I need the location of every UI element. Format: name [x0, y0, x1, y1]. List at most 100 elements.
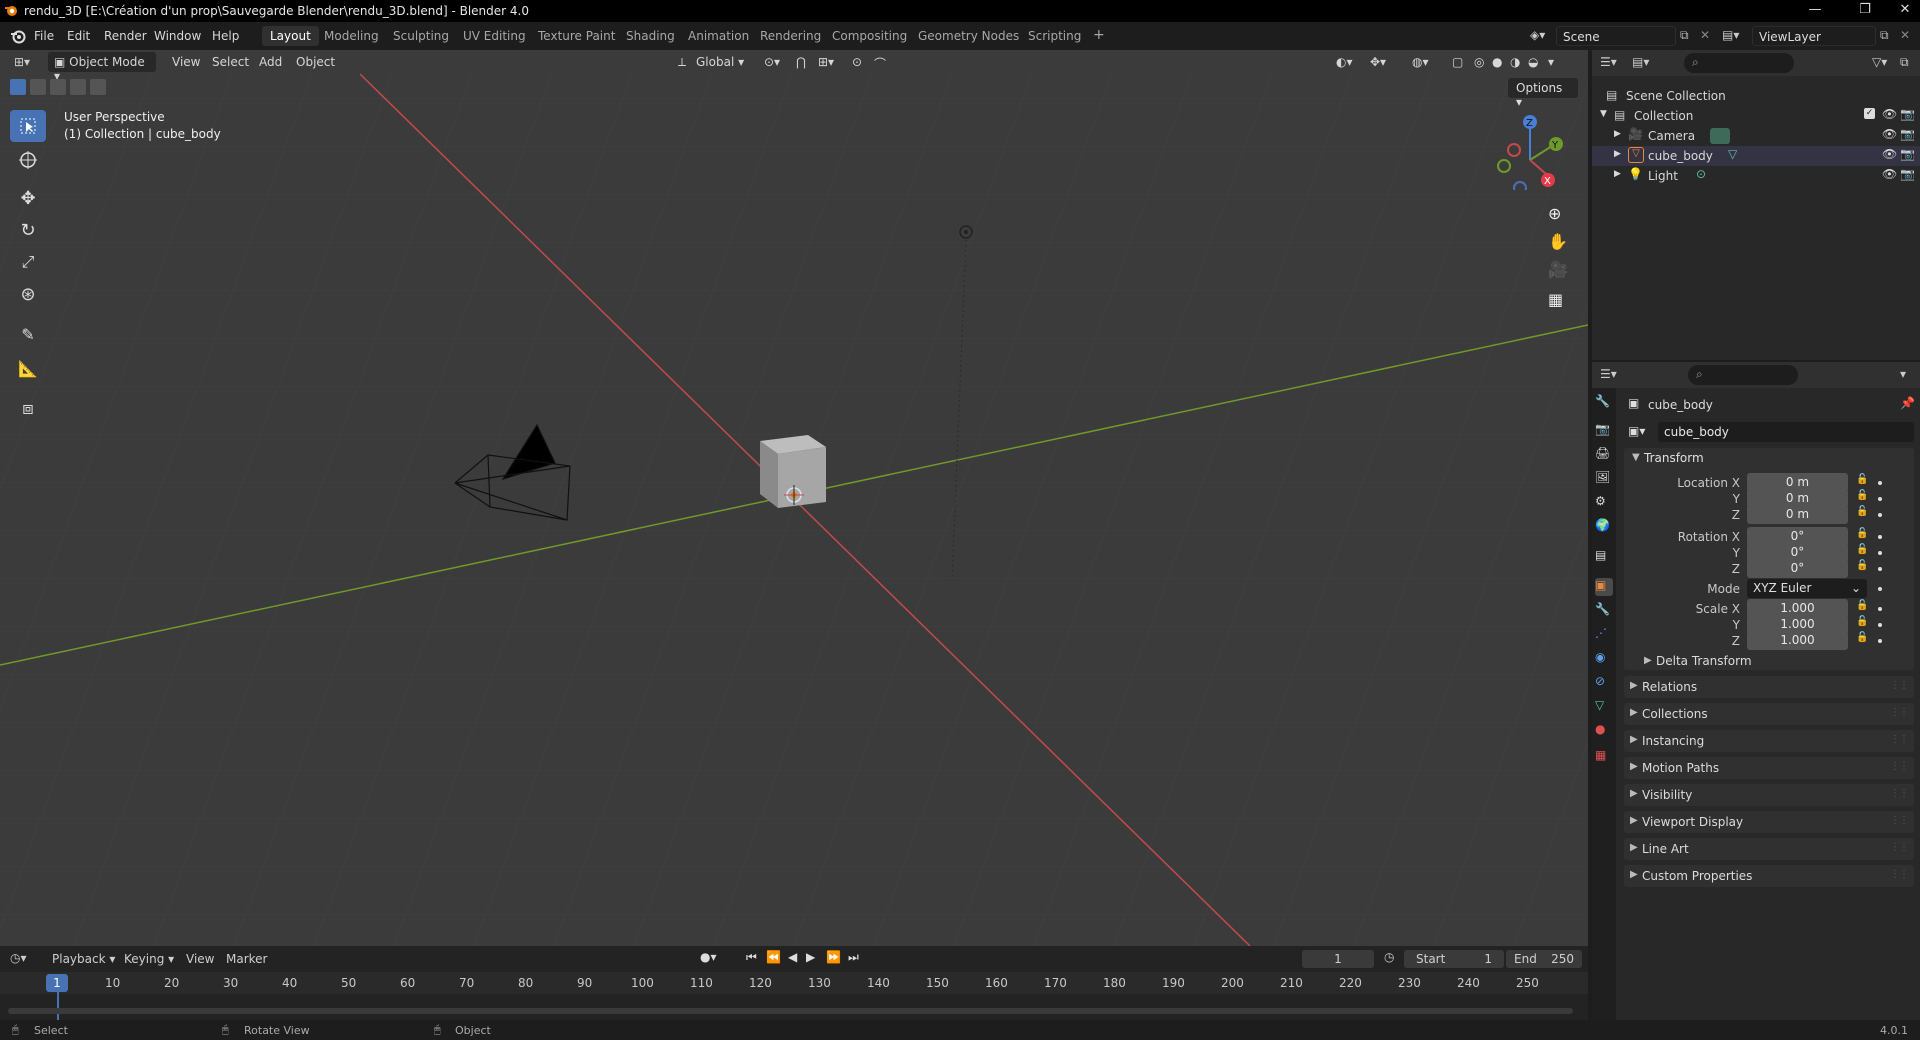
annotate-tool[interactable]: ✎: [10, 318, 46, 350]
mode-selector[interactable]: ▣ Object Mode ▾: [48, 52, 156, 83]
menu-render[interactable]: Render: [104, 29, 147, 43]
lock-location-x-icon[interactable]: 🔓: [1856, 474, 1868, 485]
outliner-item-camera[interactable]: ▶ 🎥 Camera 👁 📷: [1592, 126, 1920, 146]
lock-rotation-x-icon[interactable]: 🔓: [1856, 528, 1868, 539]
select-invert-icon[interactable]: [70, 79, 86, 95]
visibility-icon[interactable]: ◐▾: [1330, 52, 1359, 72]
expand-cube-icon[interactable]: ▶: [1614, 149, 1621, 159]
select-subtract-icon[interactable]: [50, 79, 66, 95]
lock-location-y-icon[interactable]: 🔓: [1856, 490, 1868, 501]
playhead-frame[interactable]: 1: [46, 974, 68, 992]
expand-light-icon[interactable]: ▶: [1614, 169, 1621, 179]
tab-uv-editing[interactable]: UV Editing: [455, 26, 534, 46]
menu-file[interactable]: File: [34, 29, 54, 43]
panel-line-art[interactable]: ▶ Line Art ⋮⋮: [1624, 838, 1914, 860]
properties-editor-icon[interactable]: ☰▾: [1600, 367, 1617, 381]
mesh-data-icon[interactable]: ▽: [1728, 147, 1737, 161]
tab-rendering[interactable]: Rendering: [752, 26, 829, 46]
jump-end-icon[interactable]: ⏭: [848, 950, 859, 965]
menu-add[interactable]: Add: [253, 52, 288, 72]
physics-tab-icon[interactable]: ◉: [1595, 650, 1613, 668]
scene-field[interactable]: Scene: [1556, 26, 1676, 46]
keyframe-dot[interactable]: [1878, 587, 1882, 591]
camera-data-icon[interactable]: [1710, 128, 1730, 144]
gizmo-toggle-icon[interactable]: ✥▾: [1364, 52, 1392, 72]
panel-visibility[interactable]: ▶ Visibility ⋮⋮: [1624, 784, 1914, 806]
move-tool[interactable]: ✥: [10, 182, 46, 214]
scale-z-field[interactable]: 1.000: [1747, 631, 1848, 650]
select-extend-icon[interactable]: [30, 79, 46, 95]
outliner-editor-icon[interactable]: ☰▾: [1600, 55, 1617, 69]
object-name-field[interactable]: cube_body: [1658, 422, 1914, 442]
navigation-gizmo[interactable]: Z Y X: [1490, 110, 1570, 190]
add-workspace-icon[interactable]: +: [1085, 24, 1113, 44]
falloff-icon[interactable]: ⌒: [868, 52, 892, 72]
datablock-icon[interactable]: ▣▾: [1628, 424, 1645, 438]
delta-transform-collapse-icon[interactable]: ▶: [1644, 655, 1652, 666]
keyframe-dot[interactable]: [1878, 607, 1882, 611]
lock-scale-z-icon[interactable]: 🔓: [1856, 632, 1868, 643]
keyframe-dot[interactable]: [1878, 497, 1882, 501]
panel-motion-paths[interactable]: ▶ Motion Paths ⋮⋮: [1624, 757, 1914, 779]
lock-scale-x-icon[interactable]: 🔓: [1856, 600, 1868, 611]
panel-relations[interactable]: ▶ Relations ⋮⋮: [1624, 676, 1914, 698]
data-tab-icon[interactable]: ▽: [1595, 698, 1613, 716]
menu-view[interactable]: View: [166, 52, 206, 72]
properties-options-icon[interactable]: ▾: [1900, 367, 1906, 381]
filter-icon[interactable]: ▽▾: [1872, 55, 1887, 69]
cube-render-icon[interactable]: 📷: [1900, 147, 1915, 161]
world-tab-icon[interactable]: 🌍: [1595, 518, 1613, 536]
menu-object[interactable]: Object: [290, 52, 341, 72]
keyframe-dot[interactable]: [1878, 535, 1882, 539]
snap-target-icon[interactable]: ⊞▾: [812, 52, 840, 72]
menu-edit[interactable]: Edit: [67, 29, 90, 43]
new-collection-icon[interactable]: ⧉: [1900, 55, 1909, 70]
record-icon[interactable]: ●▾: [700, 950, 717, 964]
particles-tab-icon[interactable]: ⋰: [1595, 626, 1613, 644]
timeline-ruler[interactable]: 1 10 20 30 40 50 60 70 80 90 100 110 120…: [0, 972, 1588, 994]
current-frame-field[interactable]: 1: [1302, 950, 1374, 968]
panel-collections[interactable]: ▶ Collections ⋮⋮: [1624, 703, 1914, 725]
editor-type-icon[interactable]: ⊞▾: [8, 52, 36, 72]
orientation-icon[interactable]: ⟂: [672, 52, 692, 72]
drag-grip-icon[interactable]: ⋮⋮: [1890, 761, 1909, 772]
xray-icon[interactable]: ▢: [1446, 52, 1469, 72]
render-tab-icon[interactable]: 📷: [1595, 422, 1613, 440]
tab-sculpting[interactable]: Sculpting: [385, 26, 457, 46]
menu-window[interactable]: Window: [154, 29, 201, 43]
expand-camera-icon[interactable]: ▶: [1614, 129, 1621, 139]
view-layer-tab-icon[interactable]: 🖼: [1595, 470, 1613, 488]
tab-geometry-nodes[interactable]: Geometry Nodes: [910, 26, 1027, 46]
drag-grip-icon[interactable]: ⋮⋮: [1890, 707, 1909, 718]
start-frame-field[interactable]: Start 1: [1404, 950, 1504, 968]
panel-viewport-display[interactable]: ▶ Viewport Display ⋮⋮: [1624, 811, 1914, 833]
collection-render-icon[interactable]: 📷: [1900, 107, 1915, 121]
delta-transform-label[interactable]: Delta Transform: [1656, 654, 1752, 668]
add-cube-tool[interactable]: ⧈: [10, 392, 46, 424]
drag-grip-icon[interactable]: ⋮⋮: [1890, 869, 1909, 880]
tab-layout[interactable]: Layout: [262, 26, 319, 46]
overlay-toggle-icon[interactable]: ◍▾: [1406, 52, 1435, 72]
object-tab-icon[interactable]: ▣: [1595, 578, 1613, 596]
menu-keying[interactable]: Keying ▾: [124, 952, 174, 966]
pivot-icon[interactable]: ⊙▾: [758, 52, 786, 72]
jump-start-icon[interactable]: ⏮: [746, 950, 757, 965]
select-box-tool[interactable]: [10, 110, 46, 142]
outliner-item-cube-body[interactable]: ▶ ▽ cube_body ▽ 👁 📷: [1592, 146, 1920, 166]
tab-scripting[interactable]: Scripting: [1020, 26, 1089, 46]
options-button[interactable]: Options ▾: [1508, 78, 1578, 109]
snap-icon[interactable]: ⋂: [790, 52, 812, 72]
new-scene-icon[interactable]: ⧉: [1680, 28, 1689, 43]
transform-collapse-icon[interactable]: ▼: [1632, 452, 1640, 463]
location-z-field[interactable]: 0 m: [1747, 505, 1848, 524]
play-reverse-icon[interactable]: ◀: [788, 950, 797, 964]
menu-marker[interactable]: Marker: [226, 952, 267, 966]
select-box-mode-icon[interactable]: [10, 79, 26, 95]
scene-selector-icon[interactable]: ◈▾: [1530, 28, 1556, 44]
timeline-scrollbar[interactable]: [8, 1008, 1573, 1014]
lock-rotation-y-icon[interactable]: 🔓: [1856, 544, 1868, 555]
material-tab-icon[interactable]: ●: [1595, 722, 1613, 740]
tab-compositing[interactable]: Compositing: [824, 26, 915, 46]
tab-shading[interactable]: Shading: [618, 26, 683, 46]
panel-custom-properties[interactable]: ▶ Custom Properties ⋮⋮: [1624, 865, 1914, 887]
